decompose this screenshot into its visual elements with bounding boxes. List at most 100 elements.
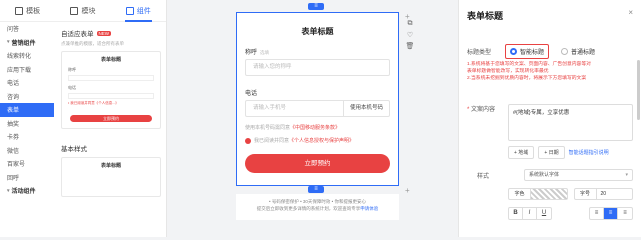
add-below-icon[interactable]: +	[405, 186, 410, 195]
category-item[interactable]: 表单	[0, 103, 54, 117]
panel-scrollbar[interactable]	[637, 60, 640, 120]
template-icon	[15, 6, 24, 15]
underline-button[interactable]: U	[537, 208, 551, 219]
check-icon[interactable]	[245, 137, 251, 144]
basic-form-preview[interactable]: 表单标题	[61, 157, 161, 197]
mini-label: 称呼	[68, 67, 76, 72]
radio-dot-icon	[561, 48, 569, 55]
phone-label: 电话	[245, 91, 258, 97]
form-title: 表单标题	[301, 27, 334, 36]
font-size-input[interactable]: 字号 20	[573, 188, 633, 200]
optional-tag: 选填	[260, 50, 270, 55]
radio-dot-icon	[510, 48, 517, 55]
tab-component[interactable]: 组件	[111, 0, 166, 22]
content-label-text: 文案内容	[471, 107, 496, 113]
drag-handle-icon[interactable]: ≡	[308, 3, 324, 10]
adaptive-form-preview[interactable]: 表单标题 称呼 电话 • 我已阅读并同意《个人信息...》 立即预约	[61, 51, 161, 129]
tab-label: 组件	[136, 7, 151, 15]
property-panel: 表单标题 × 标题类型 智能标题 普通标题 1.系统将基于您填写的文案、页面内容…	[458, 0, 641, 237]
form-component[interactable]: 表单标题 称呼 选填 请输入您的称呼 电话 请输入手机号 使用本机号码 使用本机号码…	[236, 12, 399, 186]
drag-handle-bottom-icon[interactable]: ≡	[308, 186, 324, 193]
footer-text: 提交后立即收到更多详情的系统计划，欢迎查询专享	[256, 206, 361, 211]
content-textarea[interactable]: #{地域}专属，立享优惠	[508, 104, 633, 141]
category-group[interactable]: 营销组件	[0, 36, 54, 50]
bold-button[interactable]: B	[509, 208, 523, 219]
panel-title: 表单标题	[467, 11, 504, 21]
category-item[interactable]: 问答	[0, 22, 54, 36]
mini-submit: 立即预约	[70, 115, 152, 122]
editor-canvas: ≡ 表单标题 称呼 选填 请输入您的称呼 电话 请输入手机号 使用本机号码 使用本机…	[167, 0, 458, 237]
title-type-row: 标题类型 智能标题 普通标题	[467, 44, 633, 59]
name-input[interactable]: 请输入您的称呼	[245, 59, 390, 76]
favorite-icon[interactable]: ♡	[407, 31, 413, 39]
comp-title-text: 自适应表单	[61, 31, 94, 38]
note-line: 2.当系统未挖掘到优质内容时，将展示下方您填写的文案	[467, 76, 587, 81]
category-item[interactable]: 咨询	[0, 90, 54, 104]
insert-region-button[interactable]: + 地域	[508, 146, 535, 159]
category-item[interactable]: 应用下载	[0, 63, 54, 77]
close-icon[interactable]: ×	[628, 8, 633, 17]
italic-button[interactable]: I	[523, 208, 537, 219]
radio-normal-title[interactable]: 普通标题	[561, 47, 595, 56]
use-local-number-button[interactable]: 使用本机号码	[342, 101, 389, 116]
category-item[interactable]: 线索转化	[0, 49, 54, 63]
next-component-preview[interactable]: • 号码保密保护 • 30天保障时效 • 你和提报更安心 提交后立即收到更多详情…	[236, 194, 399, 220]
font-color-picker[interactable]: 字色	[508, 188, 568, 200]
title-type-label: 标题类型	[467, 50, 492, 56]
category-group[interactable]: 活动组件	[0, 184, 54, 198]
insert-date-button[interactable]: + 日期	[538, 146, 565, 159]
category-list: 问答营销组件线索转化应用下载电话咨询表单抽奖卡券微信百家号回呼活动组件	[0, 22, 54, 237]
text-style-group: B I U	[508, 207, 552, 220]
phone-note: 使用本机号码需同意《中国移动服务条款》	[245, 124, 340, 131]
category-item[interactable]: 百家号	[0, 157, 54, 171]
submit-button[interactable]: 立即预约	[245, 154, 390, 173]
tab-label: 模板	[26, 7, 41, 15]
radio-label: 普通标题	[571, 50, 596, 56]
align-center-icon[interactable]: ≡	[604, 208, 618, 219]
privacy-link[interactable]: 《个人信息授权与保护声明》	[289, 138, 354, 144]
radio-label: 智能标题	[520, 50, 545, 56]
format-row: B I U ≡ ≡ ≡	[508, 207, 633, 220]
category-item[interactable]: 电话	[0, 76, 54, 90]
mini-form-title: 表单标题	[100, 163, 121, 169]
color-size-row: 字色 字号 20	[508, 188, 633, 200]
delete-icon[interactable]: 🗑	[406, 42, 415, 50]
mini-input	[68, 93, 154, 99]
align-group: ≡ ≡ ≡	[589, 207, 633, 220]
agree-row: 我已阅读并同意《个人信息授权与保护声明》	[245, 137, 354, 144]
align-right-icon[interactable]: ≡	[618, 208, 632, 219]
copy-icon[interactable]: ⧉	[408, 20, 413, 28]
mini-note: • 我已阅读并同意《个人信息...》	[68, 101, 119, 105]
adaptive-form-desc: 点兼单推的模版，适合所有表单	[61, 41, 124, 46]
radio-smart-title[interactable]: 智能标题	[505, 44, 550, 59]
phone-input[interactable]: 请输入手机号 使用本机号码	[245, 100, 390, 117]
mini-input	[68, 75, 154, 81]
mini-form-title: 表单标题	[100, 57, 121, 63]
category-item[interactable]: 回呼	[0, 171, 54, 185]
note-line: 表单标题做智能改写，实现转化率最优	[467, 69, 549, 74]
app-root: 模板 模块 组件 问答营销组件线索转化应用下载电话咨询表单抽奖卡券微信百家号回呼…	[0, 0, 641, 237]
smart-title-notes: 1.系统将基于您填写的文案、页面内容、广告创意内容等对 表单标题做智能改写，实现…	[467, 61, 633, 82]
agree-text: 我已阅读并同意	[254, 138, 290, 144]
tab-template[interactable]: 模板	[0, 0, 55, 21]
category-item[interactable]: 抽奖	[0, 117, 54, 131]
category-item[interactable]: 卡券	[0, 130, 54, 144]
category-item[interactable]: 微信	[0, 144, 54, 158]
align-left-icon[interactable]: ≡	[590, 208, 604, 219]
insert-buttons: + 地域 + 日期 智能话题指引说明	[508, 146, 609, 159]
component-list: 自适应表单 NEW 点兼单推的模版，适合所有表单 表单标题 称呼 电话 • 我已阅…	[55, 22, 166, 237]
footer-link[interactable]: 申请体验	[360, 206, 378, 211]
content-label: * 文案内容	[467, 107, 496, 113]
note-line: 1.系统将基于您填写的文案、页面内容、广告创意内容等对	[467, 62, 591, 67]
note-text: 使用本机号码需同意	[245, 125, 291, 131]
tab-label: 模块	[81, 7, 96, 15]
style-label: 样式	[477, 174, 490, 180]
smart-guide-link[interactable]: 智能话题指引说明	[569, 149, 609, 156]
adaptive-form-title: 自适应表单 NEW	[61, 28, 158, 38]
component-icon	[125, 6, 134, 15]
color-key: 字色	[509, 189, 531, 199]
service-terms-link[interactable]: 《中国移动服务条款》	[290, 125, 340, 131]
tab-module[interactable]: 模块	[55, 0, 110, 21]
font-select[interactable]: 系统默认字体	[524, 169, 633, 181]
size-value: 20	[600, 191, 607, 197]
